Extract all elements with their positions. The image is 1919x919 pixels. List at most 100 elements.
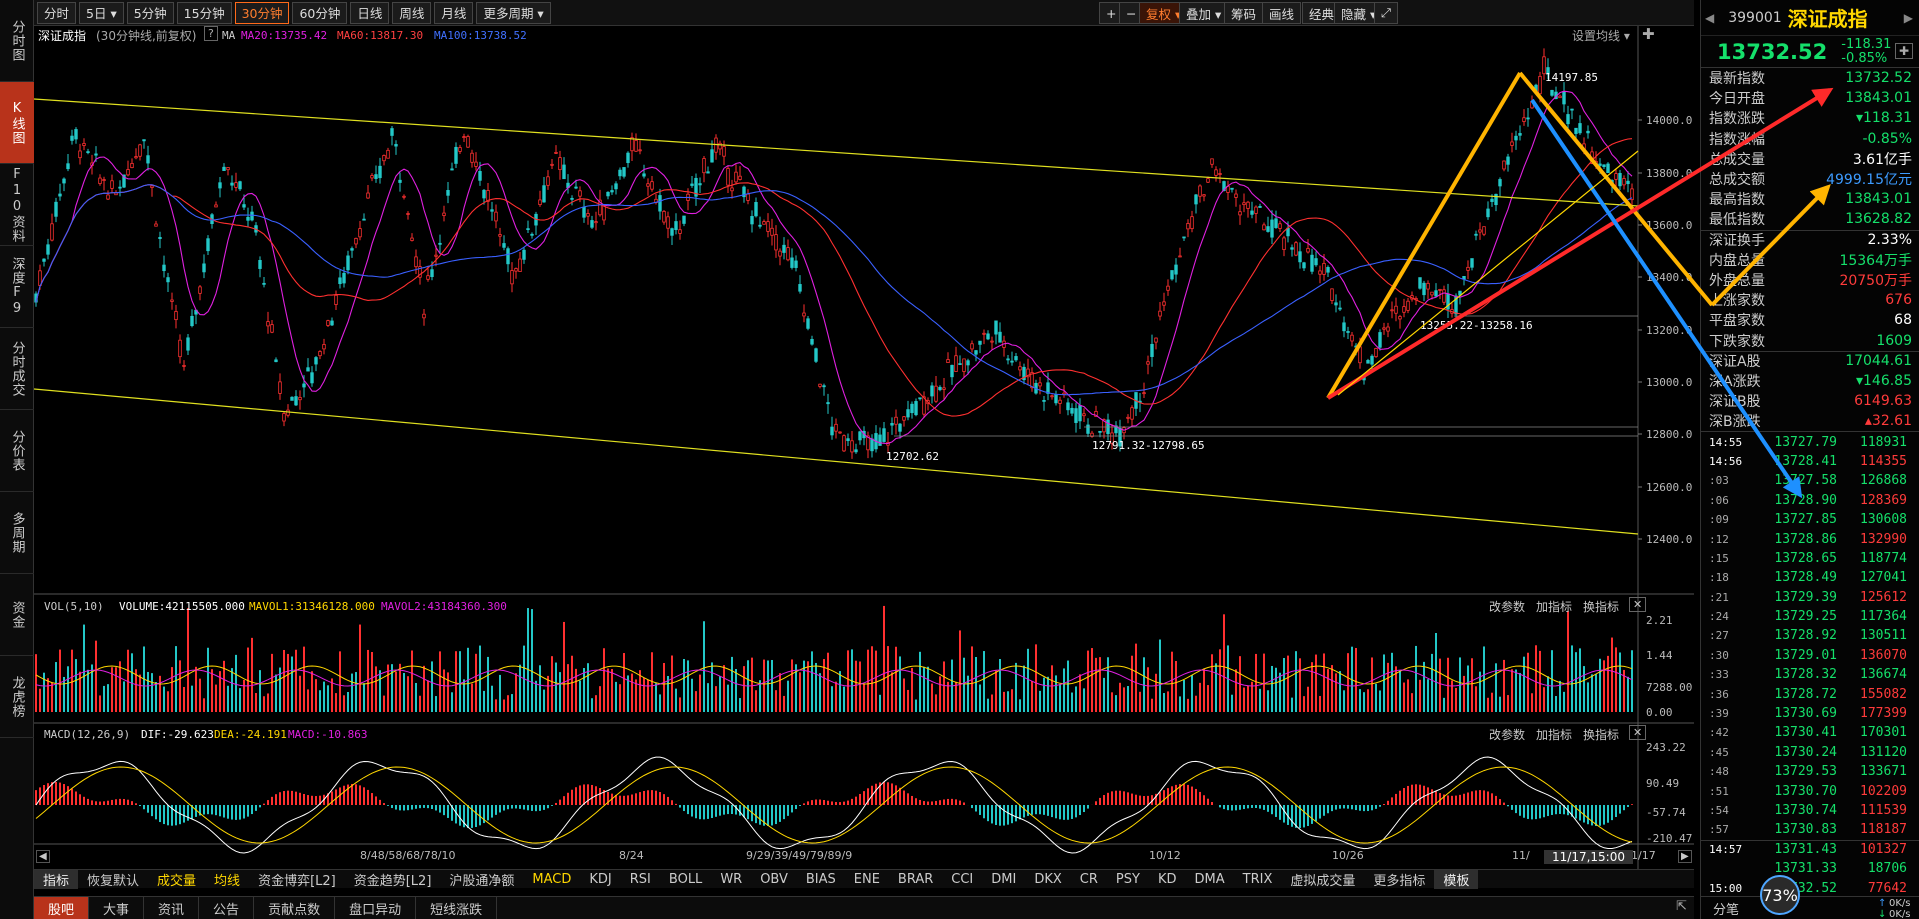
prev-stock-icon[interactable]: ◀ [1705, 11, 1714, 25]
candle-body [618, 169, 622, 177]
period-tab-8[interactable]: 月线 [434, 1, 474, 24]
indicator-tab-14[interactable]: ENE [845, 872, 889, 887]
vol-add-indicator[interactable]: 加指标 [1536, 598, 1572, 615]
indicator-tab-0[interactable]: 指标 [34, 869, 79, 889]
gauge-percent: 73% [1760, 875, 1800, 915]
kline-chart[interactable]: 14000.0 13800.0 13600.0 13400.0 13200.0 13000… [33, 26, 1694, 871]
bottom-tab-4[interactable]: 贡献点数 [254, 896, 336, 919]
toolbar-right-3[interactable]: 画线 [1262, 2, 1302, 24]
indicator-tab-21[interactable]: KD [1149, 872, 1186, 887]
candle-body [1234, 193, 1238, 198]
period-tab-1[interactable]: 5日 ▾ [79, 1, 124, 24]
period-tab-0[interactable]: 分时 [37, 1, 77, 24]
add-watch-icon[interactable]: ✚ [1894, 43, 1913, 59]
left-tab-2[interactable]: F10资料 [0, 164, 34, 246]
indicator-tab-24[interactable]: 虚拟成交量 [1281, 870, 1364, 889]
left-tab-6[interactable]: 多周期 [0, 492, 34, 574]
period-tab-3[interactable]: 15分钟 [176, 1, 232, 24]
vol-close-icon[interactable]: ✕ [1629, 597, 1647, 612]
macd-bar [1195, 788, 1197, 805]
chart-help-icon[interactable]: ? [204, 26, 218, 41]
left-tab-5[interactable]: 分价表 [0, 410, 34, 492]
macd-bar [891, 783, 893, 805]
indicator-tab-7[interactable]: MACD [523, 872, 580, 887]
candle-body [326, 320, 330, 326]
macd-bar [1071, 805, 1073, 819]
indicator-tab-20[interactable]: PSY [1107, 872, 1149, 887]
left-tab-1[interactable]: K线图 [0, 82, 34, 164]
indicator-tab-11[interactable]: WR [711, 872, 751, 887]
fullscreen-icon[interactable]: ⤢ [1374, 2, 1399, 24]
volume-bar [599, 686, 601, 712]
bottom-tab-5[interactable]: 盘口异动 [335, 896, 417, 919]
toolbar-right-2[interactable]: 筹码 [1224, 2, 1264, 24]
indicator-tab-6[interactable]: 沪股通净额 [440, 870, 523, 889]
bottom-tab-0[interactable]: 股吧 [34, 896, 90, 919]
period-tab-4[interactable]: 30分钟 [234, 1, 290, 24]
indicator-tab-9[interactable]: RSI [621, 872, 660, 887]
vol-change-params[interactable]: 改参数 [1489, 598, 1525, 615]
ma-settings-button[interactable]: 设置均线 ▾ [1572, 27, 1630, 44]
indicator-tab-8[interactable]: KDJ [580, 872, 620, 887]
tick-price: 13728.72 [1774, 686, 1837, 702]
indicator-tab-16[interactable]: CCI [942, 872, 982, 887]
macd-bar [503, 805, 505, 811]
volume-bar [243, 679, 245, 712]
indicator-tab-1[interactable]: 恢复默认 [78, 870, 148, 889]
vol-switch-indicator[interactable]: 换指标 [1583, 598, 1619, 615]
macd-bar [167, 805, 169, 826]
indicator-tab-5[interactable]: 资金趋势[L2] [345, 870, 441, 889]
period-tab-9[interactable]: 更多周期 ▾ [476, 1, 551, 24]
macd-change-params[interactable]: 改参数 [1489, 726, 1525, 743]
macd-close-icon[interactable]: ✕ [1629, 725, 1647, 740]
macd-add-indicator[interactable]: 加指标 [1536, 726, 1572, 743]
macd-switch-indicator[interactable]: 换指标 [1583, 726, 1619, 743]
left-tab-0[interactable]: 分时图 [0, 0, 34, 82]
bottom-tab-6[interactable]: 短线涨跌 [416, 896, 498, 919]
indicator-tab-22[interactable]: DMA [1186, 872, 1234, 887]
bottom-tab-1[interactable]: 大事 [89, 896, 145, 919]
next-stock-icon[interactable]: ▶ [1904, 11, 1913, 25]
candle-body [998, 331, 1002, 343]
indicator-tab-25[interactable]: 更多指标 [1364, 870, 1434, 889]
scroll-right-icon[interactable]: ▶ [1678, 850, 1692, 863]
volume-bar [515, 673, 517, 712]
indicator-tab-23[interactable]: TRIX [1234, 872, 1282, 887]
indicator-tab-12[interactable]: OBV [751, 872, 797, 887]
macd-bar [231, 805, 233, 820]
indicator-tab-13[interactable]: BIAS [797, 872, 845, 887]
left-tab-4[interactable]: 分时成交 [0, 328, 34, 410]
candle-body [450, 168, 454, 171]
macd-bar [1259, 805, 1261, 809]
indicator-tab-4[interactable]: 资金博弈[L2] [249, 870, 345, 889]
bottom-tab-2[interactable]: 资讯 [144, 896, 200, 919]
scroll-left-icon[interactable]: ◀ [36, 850, 50, 863]
indicator-tab-10[interactable]: BOLL [660, 872, 711, 887]
indicator-tab-17[interactable]: DMI [982, 872, 1025, 887]
quote-value: 17044.61 [1845, 353, 1912, 370]
indicator-tab-26[interactable]: 模板 [1434, 869, 1479, 889]
volume-bar [1187, 698, 1189, 712]
period-tab-5[interactable]: 60分钟 [292, 1, 348, 24]
volume-bar [1583, 666, 1585, 712]
candle-body [638, 149, 642, 152]
quote-row: 深A涨跌 ▾146.85 [1701, 371, 1919, 391]
indicator-tab-3[interactable]: 均线 [205, 870, 249, 889]
left-tab-7[interactable]: 资金 [0, 574, 34, 656]
left-tab-8[interactable]: 龙虎榜 [0, 656, 34, 738]
left-tab-3[interactable]: 深度F9 [0, 246, 34, 328]
indicator-tab-18[interactable]: DKX [1025, 872, 1070, 887]
macd-bar [355, 784, 357, 805]
ma-settings-add-icon[interactable]: ✚ [1642, 25, 1655, 43]
period-tab-2[interactable]: 5分钟 [126, 1, 174, 24]
indicator-tab-19[interactable]: CR [1071, 872, 1107, 887]
period-tab-6[interactable]: 日线 [350, 1, 390, 24]
bottom-tab-3[interactable]: 公告 [199, 896, 255, 919]
bottom-right-icon[interactable]: ⇱ [1676, 899, 1687, 914]
period-tab-7[interactable]: 周线 [392, 1, 432, 24]
toolbar-right-1[interactable]: 叠加 ▾ [1179, 2, 1229, 24]
macd-bar [831, 801, 833, 805]
indicator-tab-15[interactable]: BRAR [889, 872, 942, 887]
macd-bar [579, 785, 581, 805]
indicator-tab-2[interactable]: 成交量 [148, 870, 205, 889]
